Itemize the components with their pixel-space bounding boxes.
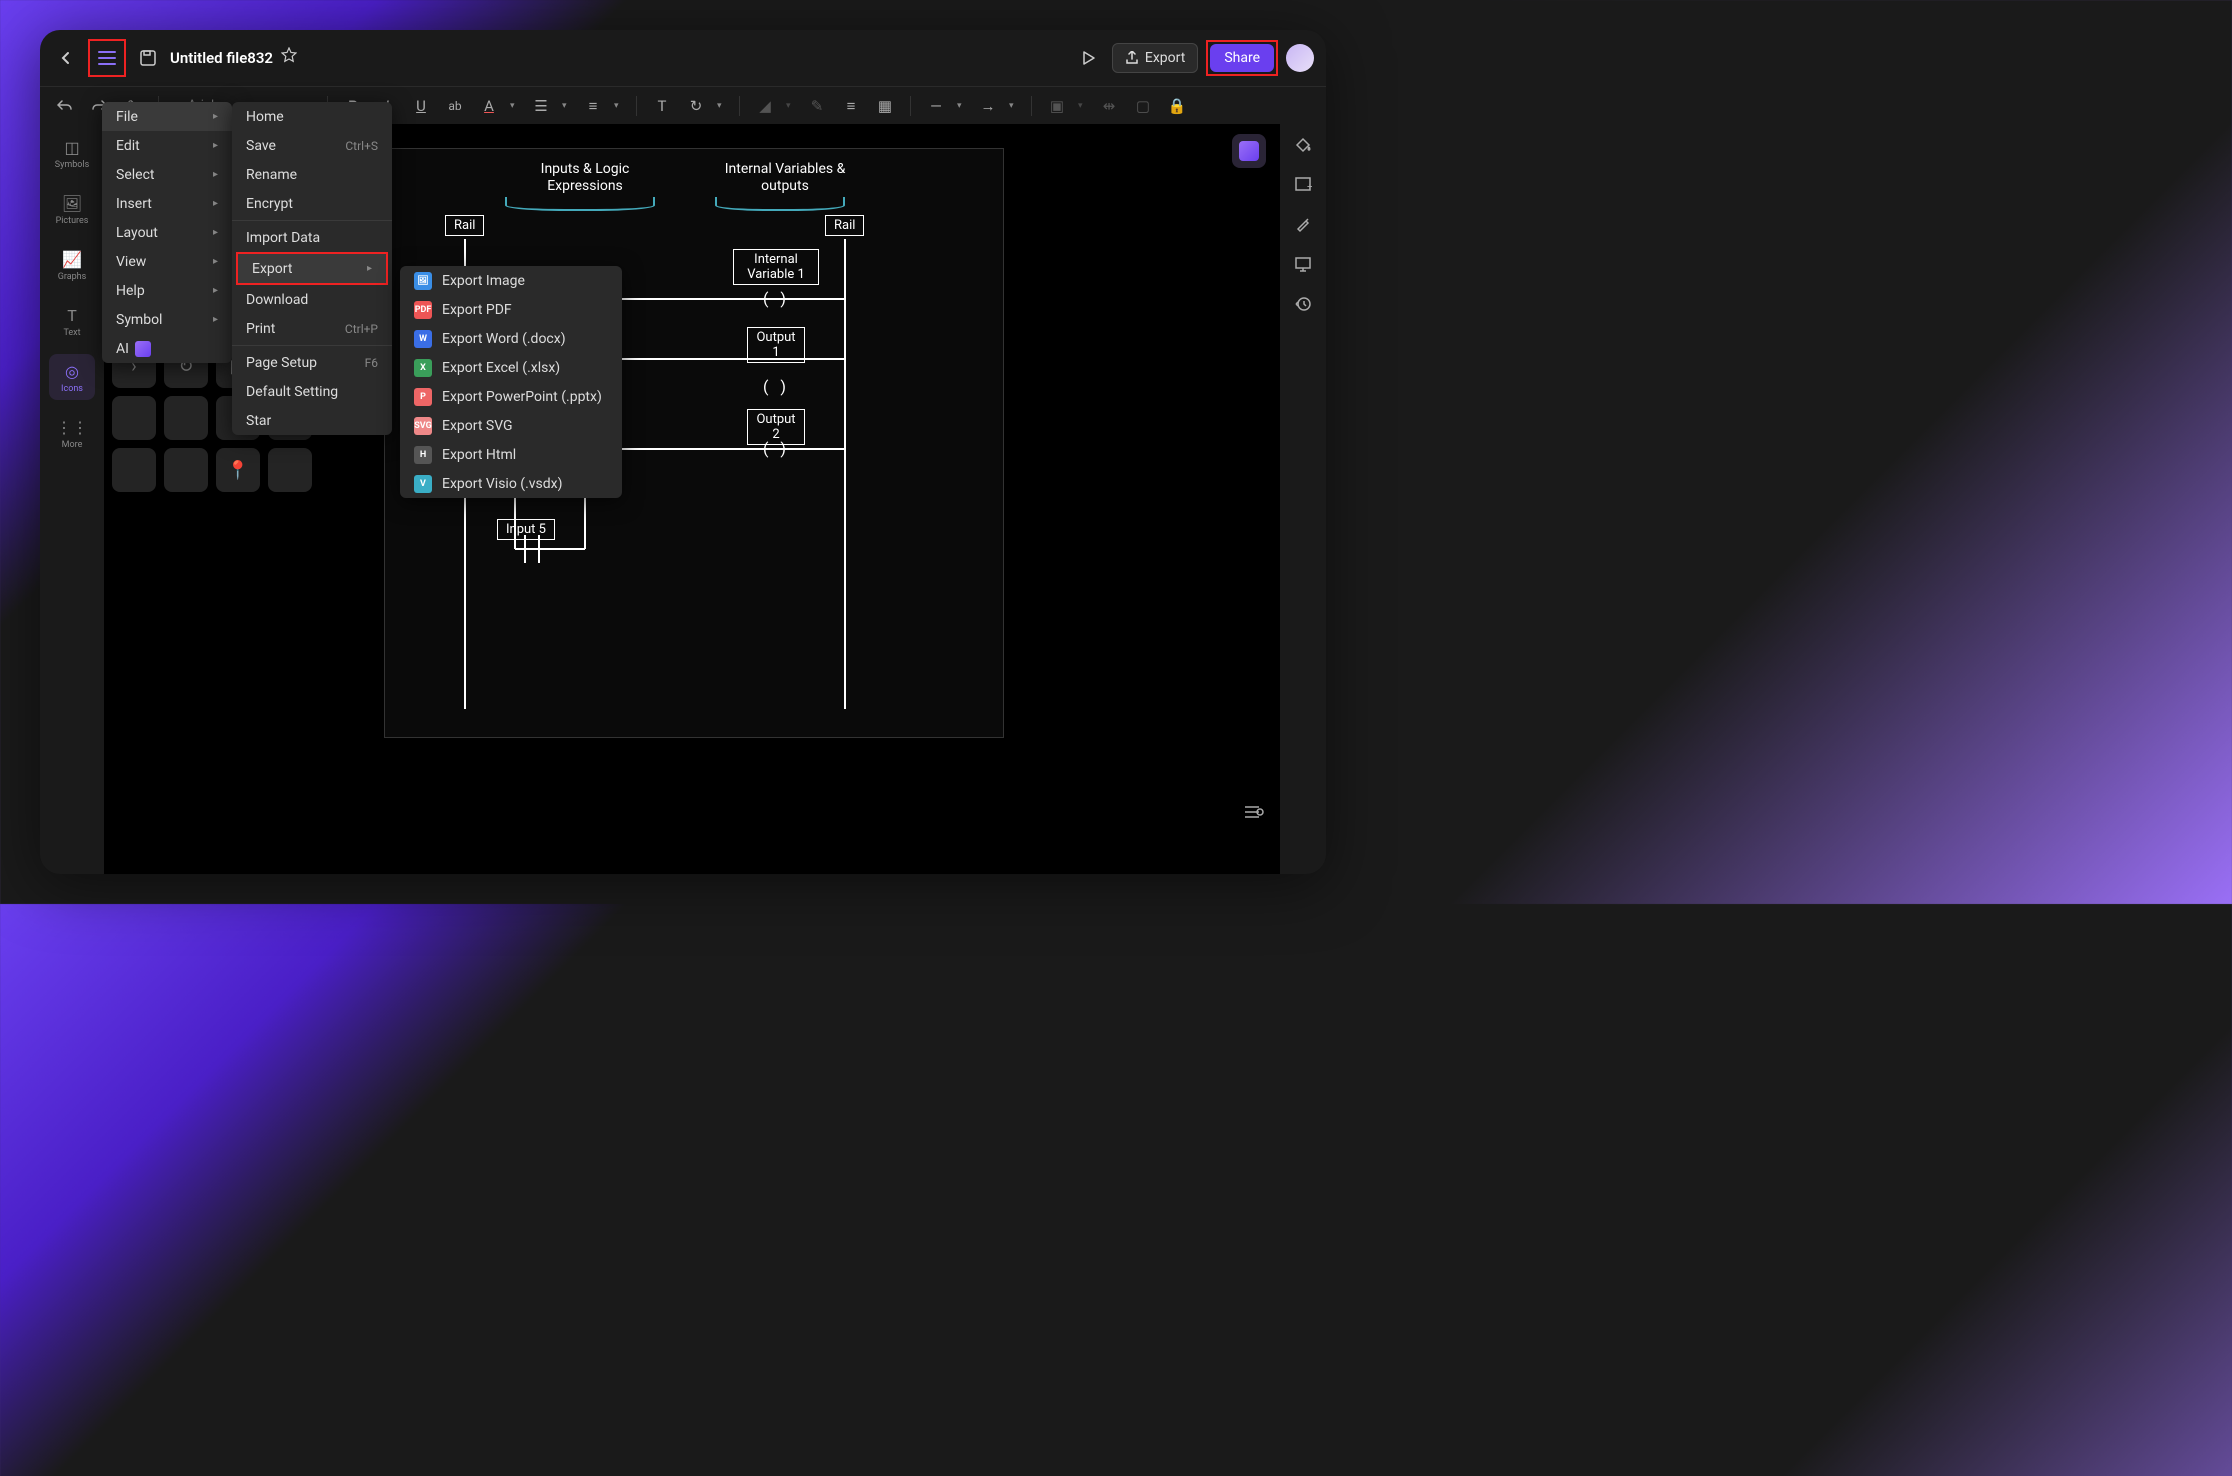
line-height-icon[interactable]: ≡ (580, 93, 606, 119)
text-tool-icon[interactable]: T (649, 93, 675, 119)
undo-icon[interactable] (52, 93, 78, 119)
menu-view[interactable]: View▸ (102, 247, 232, 276)
line-style-icon[interactable]: ≡ (838, 93, 864, 119)
in5: Input 5 (497, 519, 555, 540)
app-window: Untitled file832 Export Share ✎ Arial ▾ … (40, 30, 1326, 874)
menu-ai[interactable]: AI (102, 334, 232, 363)
rail-symbols[interactable]: ◫Symbols (49, 130, 95, 176)
distribute-icon[interactable]: ▢ (1130, 93, 1156, 119)
rail-graphs[interactable]: 📈Graphs (49, 242, 95, 288)
menu-insert[interactable]: Insert▸ (102, 189, 232, 218)
fill-icon[interactable]: ◢ (752, 93, 778, 119)
main-menu: File▸Edit▸Select▸Insert▸Layout▸View▸Help… (102, 102, 232, 363)
play-button[interactable] (1072, 42, 1104, 74)
file-menu-export[interactable]: Export▸ (238, 254, 386, 283)
align-obj-icon[interactable]: ⇹ (1096, 93, 1122, 119)
save-icon[interactable] (134, 44, 162, 72)
hamburger-menu[interactable] (92, 43, 122, 73)
export-export-html[interactable]: HExport Html (400, 440, 622, 469)
text-rotation-icon[interactable]: ↻ (683, 93, 709, 119)
rail-icons[interactable]: ◎Icons (49, 354, 95, 400)
present-icon[interactable] (1289, 250, 1317, 278)
font-color-icon[interactable]: A (476, 93, 502, 119)
export-export-pdf[interactable]: PDFExport PDF (400, 295, 622, 324)
menu-layout[interactable]: Layout▸ (102, 218, 232, 247)
share-button[interactable]: Share (1210, 44, 1274, 72)
align-icon[interactable]: ☰ (528, 93, 554, 119)
shape-blank9[interactable] (112, 448, 156, 492)
export-button[interactable]: Export (1112, 43, 1198, 73)
fill-bucket-icon[interactable] (1289, 130, 1317, 158)
export-export-image[interactable]: 🖼Export Image (400, 266, 622, 295)
rail-more[interactable]: ⋮⋮More (49, 410, 95, 456)
iv1: Internal Variable 1 (733, 249, 819, 285)
file-menu-download[interactable]: Download (232, 285, 392, 314)
group-icon[interactable]: ▣ (1044, 93, 1070, 119)
pen-tool-icon[interactable] (1289, 210, 1317, 238)
settings-icon[interactable] (1240, 798, 1268, 826)
hamburger-highlight (88, 39, 126, 77)
file-menu: HomeSaveCtrl+SRenameEncrypt Import DataEx… (232, 102, 392, 435)
menu-symbol[interactable]: Symbol▸ (102, 305, 232, 334)
shape-blank10[interactable] (164, 448, 208, 492)
menu-file[interactable]: File▸ (102, 102, 232, 131)
line-type-icon[interactable]: — (923, 93, 949, 119)
lock-icon[interactable]: 🔒 (1164, 93, 1190, 119)
export-export-powerpoint-pptx-[interactable]: PExport PowerPoint (.pptx) (400, 382, 622, 411)
left-rail: ◫Symbols 🖼Pictures 📈Graphs TText ◎Icons ⋮⋮Mor… (40, 124, 104, 874)
avatar[interactable] (1286, 44, 1314, 72)
shape-pin2[interactable]: 📍 (216, 448, 260, 492)
export-export-word-docx-[interactable]: WExport Word (.docx) (400, 324, 622, 353)
file-menu-print[interactable]: PrintCtrl+P (232, 314, 392, 343)
export-label: Export (1145, 50, 1185, 66)
star-icon[interactable] (281, 47, 303, 69)
underline-icon[interactable]: U (408, 93, 434, 119)
file-title[interactable]: Untitled file832 (170, 49, 273, 67)
shape-blank11[interactable] (268, 448, 312, 492)
out1: Output 1 (747, 327, 805, 363)
app-logo[interactable] (1232, 134, 1266, 168)
rail-text[interactable]: TText (49, 298, 95, 344)
export-export-visio-vsdx-[interactable]: VExport Visio (.vsdx) (400, 469, 622, 498)
right-rail: + (1280, 124, 1326, 874)
file-menu-star[interactable]: Star (232, 406, 392, 435)
back-button[interactable] (52, 44, 80, 72)
shape-blank7[interactable] (164, 396, 208, 440)
shape-blank6[interactable] (112, 396, 156, 440)
dash-icon[interactable]: ▦ (872, 93, 898, 119)
share-highlight: Share (1206, 40, 1278, 76)
file-menu-home[interactable]: Home (232, 102, 392, 131)
strike-icon[interactable]: ab (442, 93, 468, 119)
menu-help[interactable]: Help▸ (102, 276, 232, 305)
file-menu-rename[interactable]: Rename (232, 160, 392, 189)
highlight-icon[interactable]: ✎ (804, 93, 830, 119)
rail-pictures[interactable]: 🖼Pictures (49, 186, 95, 232)
file-menu-default-setting[interactable]: Default Setting (232, 377, 392, 406)
header: Untitled file832 Export Share (40, 30, 1326, 86)
navigator-icon[interactable]: + (1289, 170, 1317, 198)
menu-edit[interactable]: Edit▸ (102, 131, 232, 160)
file-menu-page-setup[interactable]: Page SetupF6 (232, 348, 392, 377)
menu-select[interactable]: Select▸ (102, 160, 232, 189)
export-menu: 🖼Export ImagePDFExport PDFWExport Word (… (400, 266, 622, 498)
svg-text:+: + (1307, 182, 1312, 193)
export-export-excel-xlsx-[interactable]: XExport Excel (.xlsx) (400, 353, 622, 382)
export-export-svg[interactable]: SVGExport SVG (400, 411, 622, 440)
arrow-icon[interactable]: → (975, 93, 1001, 119)
file-menu-save[interactable]: SaveCtrl+S (232, 131, 392, 160)
file-menu-import-data[interactable]: Import Data (232, 223, 392, 252)
file-menu-encrypt[interactable]: Encrypt (232, 189, 392, 218)
history-icon[interactable] (1289, 290, 1317, 318)
